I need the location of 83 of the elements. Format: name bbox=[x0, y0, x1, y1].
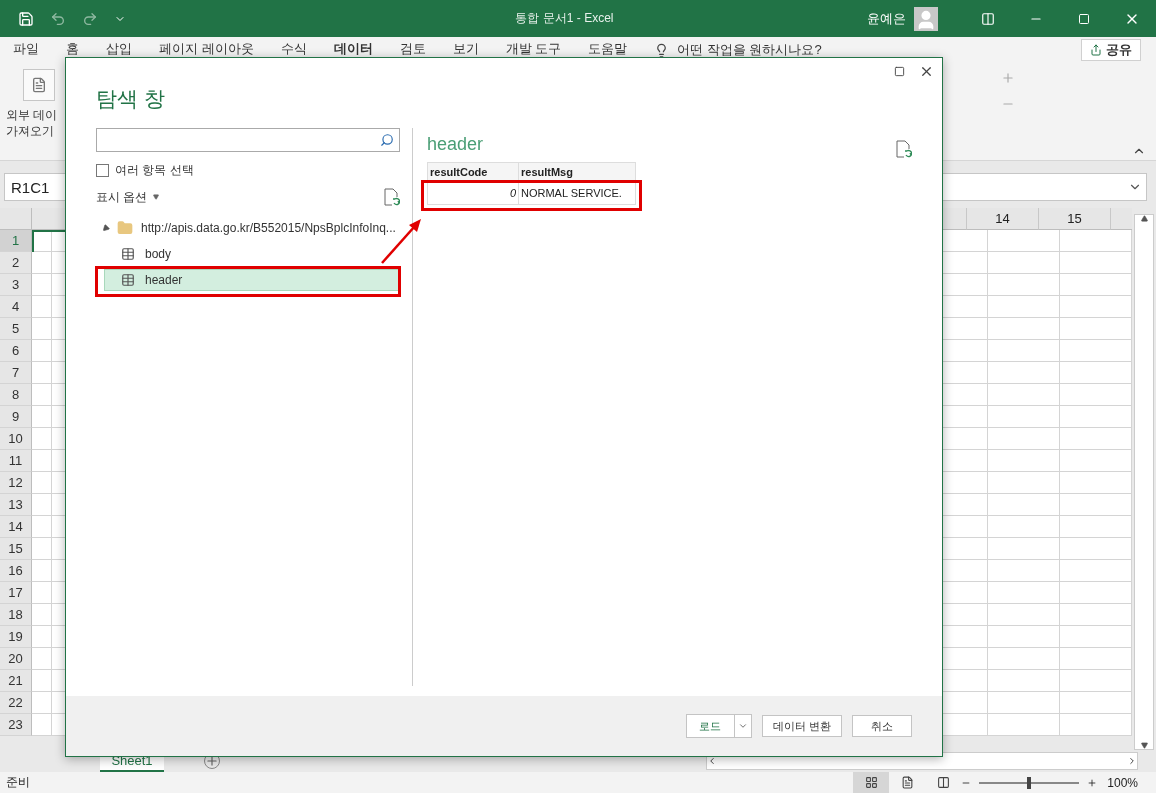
row-header[interactable]: 13 bbox=[0, 494, 32, 516]
ribbon-tab[interactable]: 파일 bbox=[13, 40, 39, 60]
folder-icon bbox=[117, 220, 133, 236]
scroll-down-icon[interactable] bbox=[1140, 742, 1148, 749]
group-icon bbox=[1001, 71, 1015, 85]
row-header[interactable]: 9 bbox=[0, 406, 32, 428]
row-header[interactable]: 17 bbox=[0, 582, 32, 604]
caret-icon bbox=[737, 721, 748, 731]
row-header[interactable]: 5 bbox=[0, 318, 32, 340]
ribbon-label: 가져오기 bbox=[6, 123, 54, 139]
ribbon-tab[interactable]: 홈 bbox=[66, 40, 79, 60]
ribbon-tab[interactable]: 보기 bbox=[452, 40, 479, 60]
scroll-left-icon[interactable] bbox=[707, 756, 717, 766]
row-header[interactable]: 1 bbox=[0, 230, 32, 252]
tree-item[interactable]: http://apis.data.go.kr/B552015/NpsBplcInfoInq... bbox=[141, 221, 396, 235]
ribbon-tab[interactable]: 데이터 bbox=[333, 40, 373, 60]
vertical-scrollbar[interactable] bbox=[1134, 214, 1154, 750]
document-icon bbox=[31, 77, 47, 93]
checkbox[interactable] bbox=[96, 163, 109, 177]
grid-icon bbox=[864, 776, 878, 789]
column-header[interactable]: 15 bbox=[1038, 208, 1110, 230]
get-data-button[interactable] bbox=[23, 69, 55, 101]
table-icon bbox=[121, 247, 135, 261]
share-icon bbox=[1090, 44, 1102, 56]
ribbon-tab[interactable]: 페이지 레이아웃 bbox=[159, 40, 254, 60]
window-title: 통합 문서1 - Excel bbox=[514, 10, 615, 27]
row-header[interactable]: 8 bbox=[0, 384, 32, 406]
row-header[interactable]: 18 bbox=[0, 604, 32, 626]
row-header[interactable]: 2 bbox=[0, 252, 32, 274]
row-header[interactable]: 23 bbox=[0, 714, 32, 736]
avatar[interactable] bbox=[914, 6, 938, 31]
dialog-button[interactable]: 취소 bbox=[852, 715, 912, 737]
row-header[interactable]: 6 bbox=[0, 340, 32, 362]
scroll-right-icon[interactable] bbox=[1127, 756, 1137, 766]
scroll-up-icon[interactable] bbox=[1140, 215, 1148, 222]
row-header[interactable]: 7 bbox=[0, 362, 32, 384]
caret-icon bbox=[153, 194, 160, 200]
dialog-title: 탐색 창 bbox=[95, 86, 166, 112]
row-header[interactable]: 11 bbox=[0, 450, 32, 472]
tree-item[interactable]: body bbox=[104, 243, 400, 265]
ribbon-tab[interactable]: 검토 bbox=[399, 40, 426, 60]
table-icon bbox=[121, 273, 135, 287]
row-header[interactable]: 4 bbox=[0, 296, 32, 318]
row-header[interactable]: 16 bbox=[0, 560, 32, 582]
ribbon-tab[interactable]: 개발 도구 bbox=[505, 40, 562, 60]
row-header[interactable]: 20 bbox=[0, 648, 32, 670]
user-name: 윤예은 bbox=[867, 9, 906, 28]
zoom-in-icon[interactable] bbox=[1087, 777, 1098, 788]
redo-icon[interactable] bbox=[82, 10, 98, 27]
row-header[interactable]: 15 bbox=[0, 538, 32, 560]
row-header[interactable]: 21 bbox=[0, 670, 32, 692]
refresh-document-icon[interactable] bbox=[384, 188, 400, 206]
ribbon-tab[interactable]: 수식 bbox=[280, 40, 307, 60]
checkbox-label: 여러 항목 선택 bbox=[115, 161, 194, 179]
ribbon-label: 외부 데이 bbox=[6, 107, 58, 123]
maximize-icon[interactable] bbox=[894, 65, 905, 77]
ribbon-tab[interactable]: 삽입 bbox=[106, 40, 132, 60]
expand-icon[interactable] bbox=[100, 223, 111, 233]
zoom-thumb[interactable] bbox=[1027, 776, 1032, 789]
row-header[interactable]: 14 bbox=[0, 516, 32, 538]
refresh-document-icon[interactable] bbox=[896, 140, 912, 158]
preview-title: header bbox=[427, 134, 484, 156]
row-header[interactable]: 19 bbox=[0, 626, 32, 648]
columns-icon bbox=[936, 776, 950, 789]
search-icon[interactable] bbox=[380, 133, 394, 147]
normal-view-button[interactable] bbox=[853, 772, 890, 793]
row-header[interactable]: 12 bbox=[0, 472, 32, 494]
ribbon-display-icon[interactable] bbox=[981, 11, 995, 26]
save-icon[interactable] bbox=[18, 10, 34, 27]
page-icon bbox=[900, 776, 914, 789]
search-field[interactable] bbox=[96, 128, 400, 152]
share-button[interactable]: 공유 bbox=[1081, 39, 1141, 61]
tree-item[interactable]: header bbox=[104, 269, 400, 291]
row-header[interactable]: 22 bbox=[0, 692, 32, 714]
row-header[interactable]: 3 bbox=[0, 274, 32, 296]
row-header[interactable]: 10 bbox=[0, 428, 32, 450]
tell-me-field[interactable]: 어떤 작업을 원하시나요? bbox=[677, 41, 822, 59]
status-text: 준비 bbox=[6, 774, 30, 791]
ribbon-tab[interactable]: 도움말 bbox=[588, 40, 628, 60]
column-header[interactable]: 14 bbox=[966, 208, 1038, 230]
zoom-level[interactable]: 100% bbox=[1107, 775, 1138, 790]
dialog-button[interactable]: 데이터 변환 bbox=[761, 715, 842, 737]
undo-icon[interactable] bbox=[50, 10, 66, 27]
